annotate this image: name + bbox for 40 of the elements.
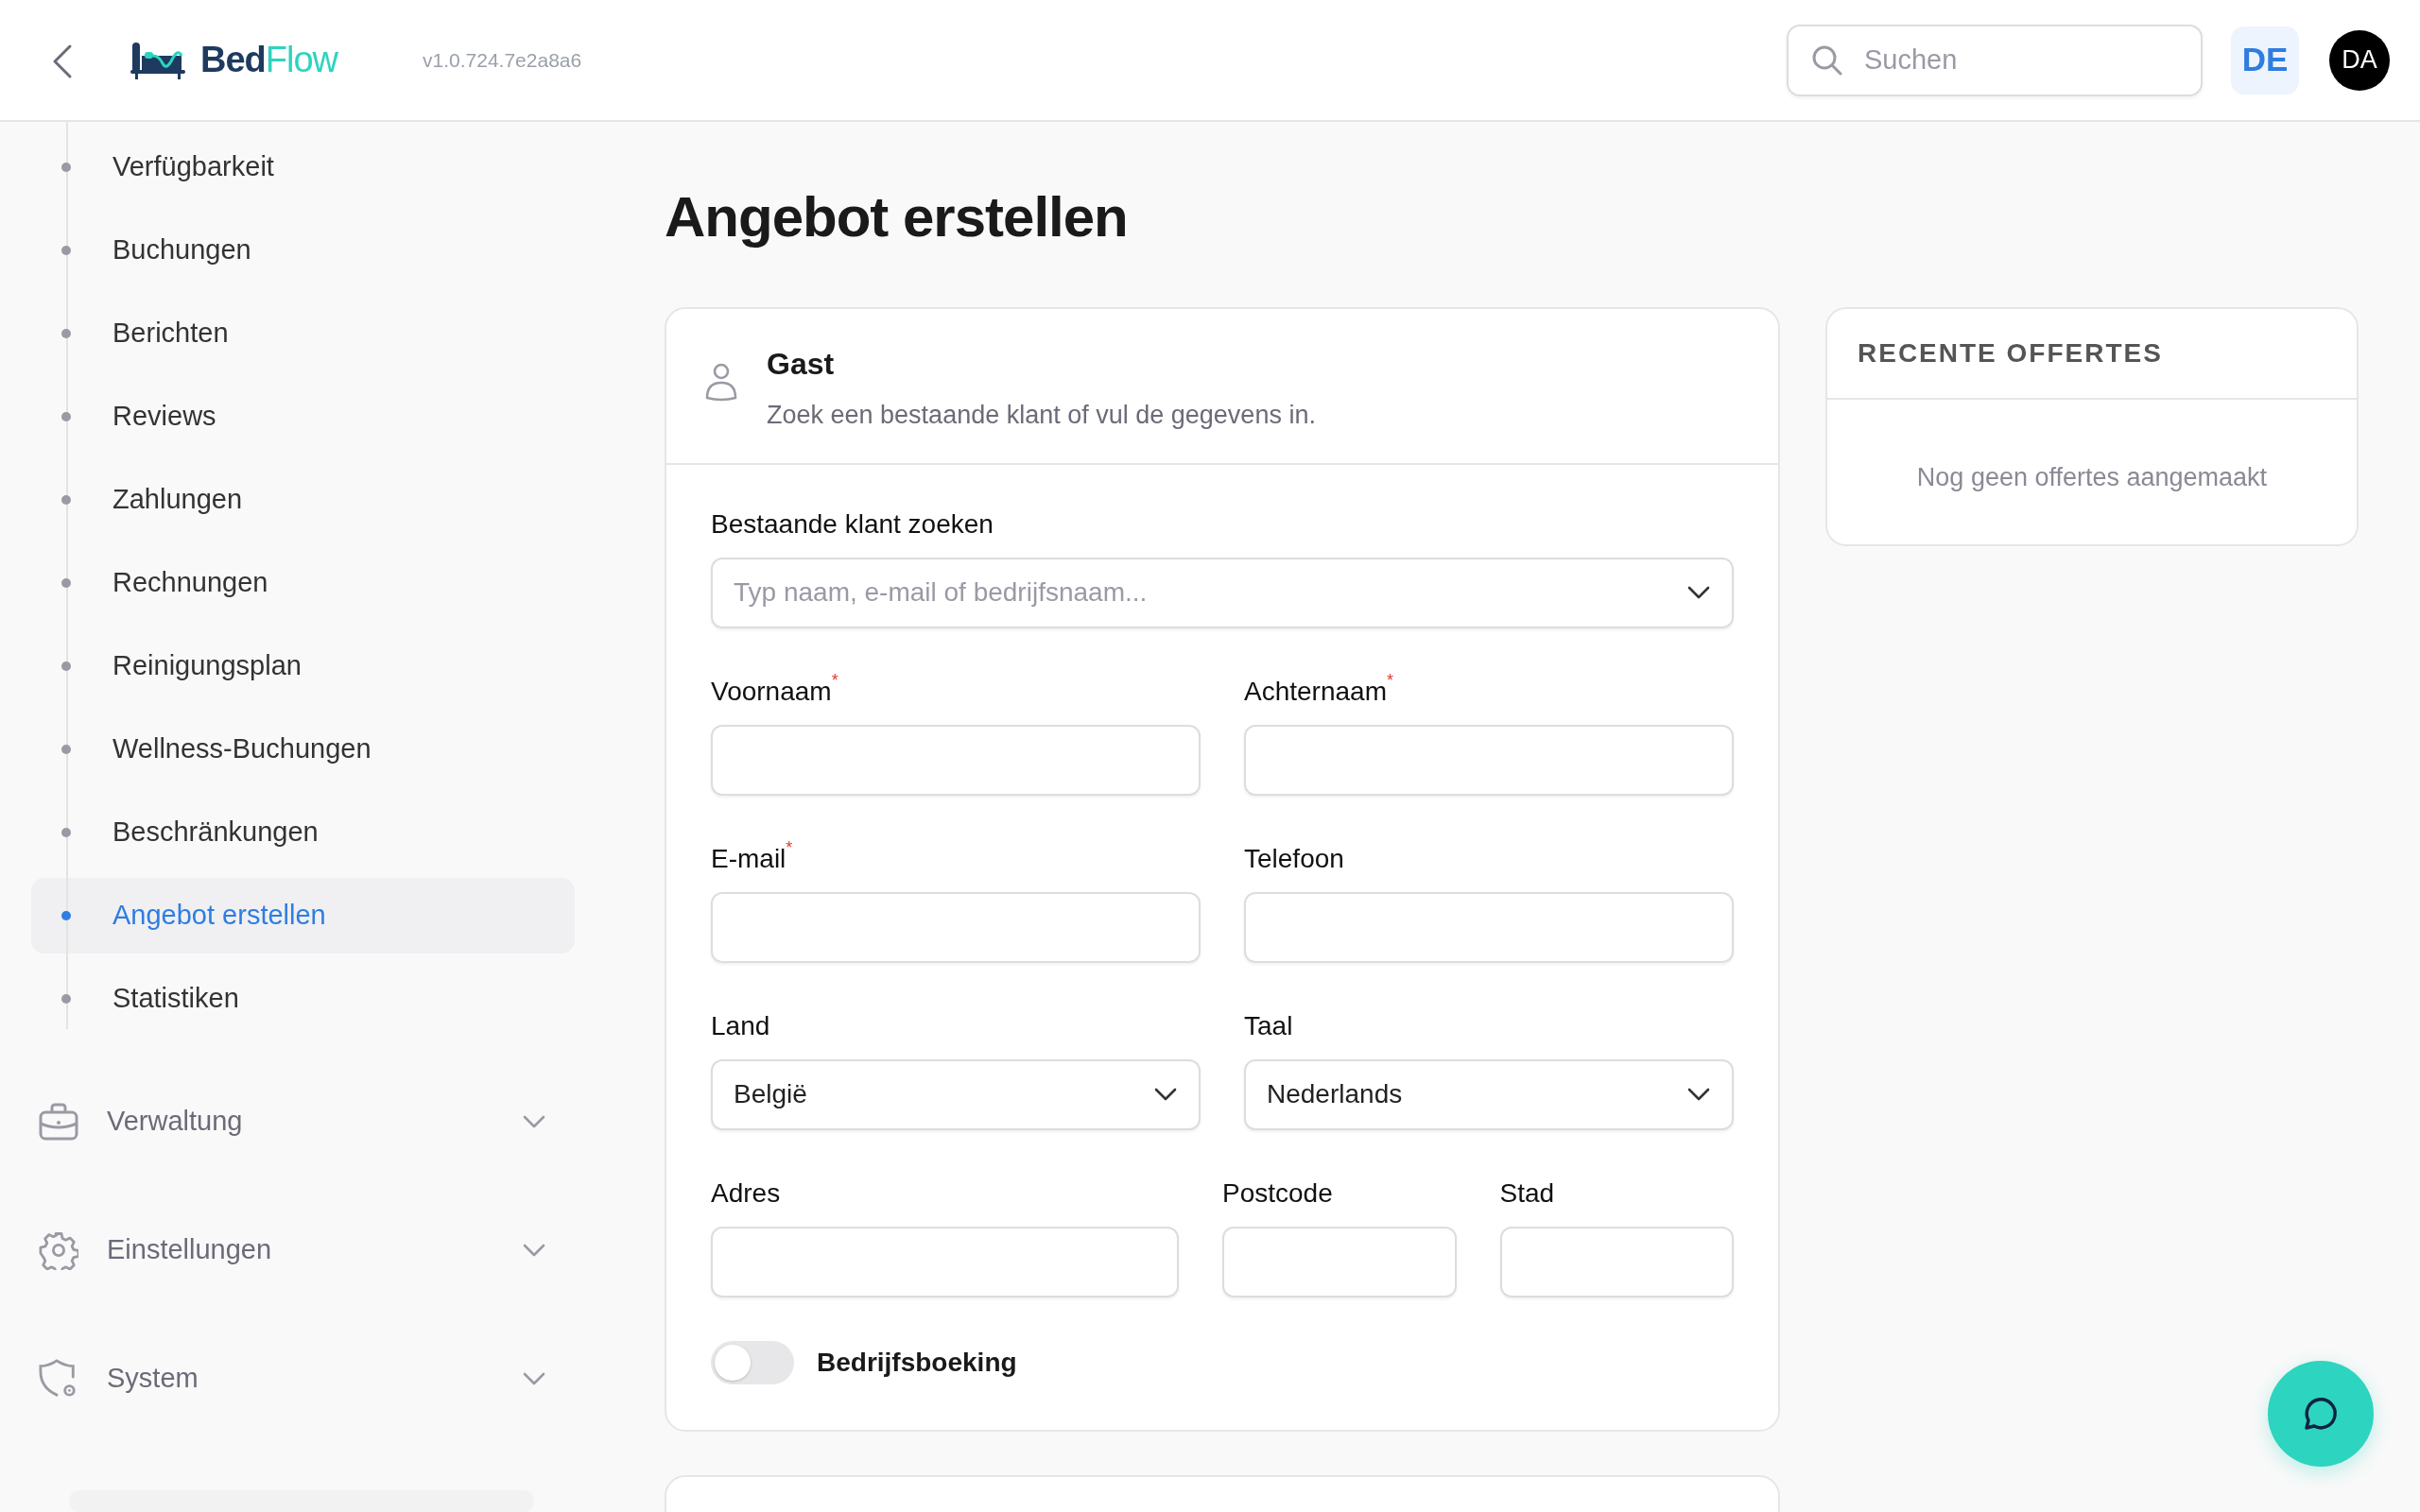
field-value: België xyxy=(734,1079,807,1108)
select-field[interactable]: België xyxy=(711,1058,1201,1130)
sidebar-item[interactable]: Wellness-Buchungen xyxy=(31,712,575,787)
empty-state-text: Nog geen offertes aangemaakt xyxy=(1915,462,2269,493)
field-value: Nederlands xyxy=(1267,1079,1403,1108)
field-label: Achternaam$^{*}$ xyxy=(1244,671,1393,708)
search-field[interactable]: Suchen xyxy=(1787,24,2203,96)
field-label: Land xyxy=(711,1009,770,1042)
sidebar-section[interactable]: Verwaltung xyxy=(31,1084,575,1160)
page-title: Angebot erstellen xyxy=(665,186,1129,249)
select-field[interactable]: Nederlands xyxy=(1244,1058,1734,1130)
sidebar-section[interactable]: System xyxy=(31,1341,575,1417)
sidebar-item[interactable]: Zahlungen xyxy=(31,462,575,538)
field-label: Adres xyxy=(711,1177,781,1210)
brand-logo-text: BedFlow xyxy=(200,39,338,81)
field-label: E-mail$^{*}$ xyxy=(711,838,793,875)
language-button[interactable]: DE xyxy=(2231,26,2299,94)
field-label: Taal xyxy=(1244,1009,1293,1042)
user-avatar[interactable]: DA xyxy=(2329,29,2390,91)
sidebar-item[interactable]: Statistiken xyxy=(31,961,575,1037)
field-label: Telefoon xyxy=(1244,842,1344,875)
toggle-label: Bedrijfsboeking xyxy=(817,1346,1017,1379)
field-label: Voornaam$^{*}$ xyxy=(711,671,838,708)
sidebar-item[interactable]: Berichten xyxy=(31,296,575,371)
version-text: v1.0.724.7e2a8a6 xyxy=(423,47,582,73)
sidebar-item[interactable]: Verfügbarkeit xyxy=(31,129,575,205)
sidebar-item[interactable]: Reinigungsplan xyxy=(31,628,575,704)
sidebar-item[interactable]: Beschränkungen xyxy=(31,795,575,870)
field-placeholder: Typ naam, e-mail of bedrijfsnaam... xyxy=(734,577,1148,607)
card-subtitle: Zoek een bestaande klant of vul de gegevens in. xyxy=(767,400,1316,431)
sidebar-item[interactable]: Buchungen xyxy=(31,213,575,288)
sidebar-item[interactable]: Rechnungen xyxy=(31,545,575,621)
sidebar-item[interactable]: Angebot erstellen xyxy=(31,878,575,954)
field-label: Bestaande klant zoeken xyxy=(711,507,994,541)
card-title: RECENTE OFFERTES xyxy=(1827,309,2357,400)
field-label: Postcode xyxy=(1222,1177,1333,1210)
field-label: Stad xyxy=(1499,1177,1555,1210)
card-title: Gast xyxy=(767,346,836,383)
sidebar-item[interactable]: Reviews xyxy=(31,379,575,455)
sidebar-section[interactable]: Einstellungen xyxy=(31,1212,575,1288)
